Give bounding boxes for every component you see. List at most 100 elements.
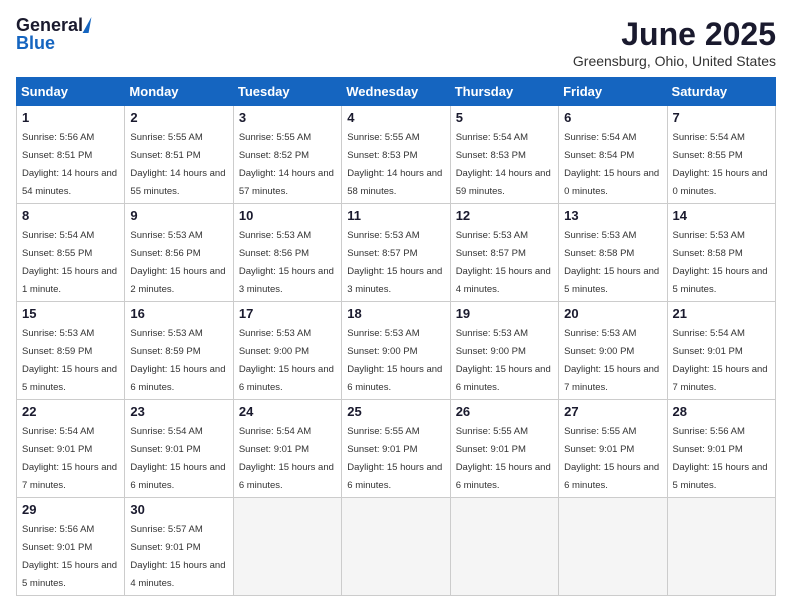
table-row <box>559 498 667 596</box>
day-number: 5 <box>456 110 553 125</box>
table-row: 24 Sunrise: 5:54 AMSunset: 9:01 PMDaylig… <box>233 400 341 498</box>
day-info: Sunrise: 5:53 AMSunset: 8:59 PMDaylight:… <box>130 328 225 393</box>
table-row: 11 Sunrise: 5:53 AMSunset: 8:57 PMDaylig… <box>342 204 450 302</box>
table-row: 5 Sunrise: 5:54 AMSunset: 8:53 PMDayligh… <box>450 106 558 204</box>
day-number: 10 <box>239 208 336 223</box>
table-row: 4 Sunrise: 5:55 AMSunset: 8:53 PMDayligh… <box>342 106 450 204</box>
day-number: 30 <box>130 502 227 517</box>
table-row: 1 Sunrise: 5:56 AMSunset: 8:51 PMDayligh… <box>17 106 125 204</box>
day-info: Sunrise: 5:53 AMSunset: 9:00 PMDaylight:… <box>347 328 442 393</box>
day-info: Sunrise: 5:54 AMSunset: 9:01 PMDaylight:… <box>22 426 117 491</box>
table-row: 28 Sunrise: 5:56 AMSunset: 9:01 PMDaylig… <box>667 400 775 498</box>
day-info: Sunrise: 5:54 AMSunset: 8:55 PMDaylight:… <box>673 132 768 197</box>
location-subtitle: Greensburg, Ohio, United States <box>573 53 776 69</box>
day-info: Sunrise: 5:53 AMSunset: 8:58 PMDaylight:… <box>564 230 659 295</box>
day-number: 9 <box>130 208 227 223</box>
calendar-table: Sunday Monday Tuesday Wednesday Thursday… <box>16 77 776 596</box>
table-row: 29 Sunrise: 5:56 AMSunset: 9:01 PMDaylig… <box>17 498 125 596</box>
table-row: 19 Sunrise: 5:53 AMSunset: 9:00 PMDaylig… <box>450 302 558 400</box>
table-row: 9 Sunrise: 5:53 AMSunset: 8:56 PMDayligh… <box>125 204 233 302</box>
col-thursday: Thursday <box>450 78 558 106</box>
day-info: Sunrise: 5:55 AMSunset: 9:01 PMDaylight:… <box>347 426 442 491</box>
day-number: 22 <box>22 404 119 419</box>
table-row: 21 Sunrise: 5:54 AMSunset: 9:01 PMDaylig… <box>667 302 775 400</box>
table-row: 23 Sunrise: 5:54 AMSunset: 9:01 PMDaylig… <box>125 400 233 498</box>
day-number: 6 <box>564 110 661 125</box>
col-monday: Monday <box>125 78 233 106</box>
table-row: 16 Sunrise: 5:53 AMSunset: 8:59 PMDaylig… <box>125 302 233 400</box>
day-number: 15 <box>22 306 119 321</box>
day-info: Sunrise: 5:53 AMSunset: 8:57 PMDaylight:… <box>456 230 551 295</box>
day-number: 2 <box>130 110 227 125</box>
table-row: 13 Sunrise: 5:53 AMSunset: 8:58 PMDaylig… <box>559 204 667 302</box>
day-number: 8 <box>22 208 119 223</box>
table-row <box>233 498 341 596</box>
day-info: Sunrise: 5:56 AMSunset: 9:01 PMDaylight:… <box>22 524 117 589</box>
logo: General Blue <box>16 16 90 52</box>
day-number: 4 <box>347 110 444 125</box>
day-number: 20 <box>564 306 661 321</box>
table-row: 7 Sunrise: 5:54 AMSunset: 8:55 PMDayligh… <box>667 106 775 204</box>
day-number: 3 <box>239 110 336 125</box>
table-row <box>450 498 558 596</box>
day-number: 23 <box>130 404 227 419</box>
day-info: Sunrise: 5:53 AMSunset: 9:00 PMDaylight:… <box>456 328 551 393</box>
day-number: 12 <box>456 208 553 223</box>
table-row <box>667 498 775 596</box>
col-saturday: Saturday <box>667 78 775 106</box>
table-row: 2 Sunrise: 5:55 AMSunset: 8:51 PMDayligh… <box>125 106 233 204</box>
table-row: 15 Sunrise: 5:53 AMSunset: 8:59 PMDaylig… <box>17 302 125 400</box>
day-info: Sunrise: 5:57 AMSunset: 9:01 PMDaylight:… <box>130 524 225 589</box>
calendar-week-row: 8 Sunrise: 5:54 AMSunset: 8:55 PMDayligh… <box>17 204 776 302</box>
day-number: 28 <box>673 404 770 419</box>
table-row: 3 Sunrise: 5:55 AMSunset: 8:52 PMDayligh… <box>233 106 341 204</box>
day-info: Sunrise: 5:55 AMSunset: 8:52 PMDaylight:… <box>239 132 334 197</box>
day-number: 24 <box>239 404 336 419</box>
day-number: 7 <box>673 110 770 125</box>
col-wednesday: Wednesday <box>342 78 450 106</box>
day-number: 11 <box>347 208 444 223</box>
day-number: 18 <box>347 306 444 321</box>
day-number: 25 <box>347 404 444 419</box>
day-number: 29 <box>22 502 119 517</box>
table-row: 22 Sunrise: 5:54 AMSunset: 9:01 PMDaylig… <box>17 400 125 498</box>
page-header: General Blue June 2025 Greensburg, Ohio,… <box>16 16 776 69</box>
table-row: 8 Sunrise: 5:54 AMSunset: 8:55 PMDayligh… <box>17 204 125 302</box>
day-info: Sunrise: 5:54 AMSunset: 9:01 PMDaylight:… <box>239 426 334 491</box>
day-info: Sunrise: 5:54 AMSunset: 9:01 PMDaylight:… <box>130 426 225 491</box>
table-row <box>342 498 450 596</box>
day-info: Sunrise: 5:53 AMSunset: 9:00 PMDaylight:… <box>239 328 334 393</box>
table-row: 26 Sunrise: 5:55 AMSunset: 9:01 PMDaylig… <box>450 400 558 498</box>
day-number: 1 <box>22 110 119 125</box>
logo-general-text: General <box>16 16 83 34</box>
day-info: Sunrise: 5:54 AMSunset: 8:53 PMDaylight:… <box>456 132 551 197</box>
month-title: June 2025 <box>573 16 776 53</box>
day-info: Sunrise: 5:53 AMSunset: 8:58 PMDaylight:… <box>673 230 768 295</box>
day-number: 21 <box>673 306 770 321</box>
table-row: 6 Sunrise: 5:54 AMSunset: 8:54 PMDayligh… <box>559 106 667 204</box>
calendar-week-row: 15 Sunrise: 5:53 AMSunset: 8:59 PMDaylig… <box>17 302 776 400</box>
table-row: 10 Sunrise: 5:53 AMSunset: 8:56 PMDaylig… <box>233 204 341 302</box>
day-info: Sunrise: 5:53 AMSunset: 8:56 PMDaylight:… <box>130 230 225 295</box>
calendar-header-row: Sunday Monday Tuesday Wednesday Thursday… <box>17 78 776 106</box>
day-info: Sunrise: 5:55 AMSunset: 8:53 PMDaylight:… <box>347 132 442 197</box>
day-number: 27 <box>564 404 661 419</box>
day-info: Sunrise: 5:56 AMSunset: 9:01 PMDaylight:… <box>673 426 768 491</box>
day-number: 17 <box>239 306 336 321</box>
day-number: 16 <box>130 306 227 321</box>
day-number: 13 <box>564 208 661 223</box>
col-sunday: Sunday <box>17 78 125 106</box>
day-info: Sunrise: 5:53 AMSunset: 9:00 PMDaylight:… <box>564 328 659 393</box>
col-friday: Friday <box>559 78 667 106</box>
day-info: Sunrise: 5:54 AMSunset: 8:54 PMDaylight:… <box>564 132 659 197</box>
title-area: June 2025 Greensburg, Ohio, United State… <box>573 16 776 69</box>
col-tuesday: Tuesday <box>233 78 341 106</box>
day-info: Sunrise: 5:54 AMSunset: 9:01 PMDaylight:… <box>673 328 768 393</box>
day-info: Sunrise: 5:56 AMSunset: 8:51 PMDaylight:… <box>22 132 117 197</box>
day-info: Sunrise: 5:54 AMSunset: 8:55 PMDaylight:… <box>22 230 117 295</box>
table-row: 14 Sunrise: 5:53 AMSunset: 8:58 PMDaylig… <box>667 204 775 302</box>
day-number: 19 <box>456 306 553 321</box>
calendar-week-row: 1 Sunrise: 5:56 AMSunset: 8:51 PMDayligh… <box>17 106 776 204</box>
table-row: 12 Sunrise: 5:53 AMSunset: 8:57 PMDaylig… <box>450 204 558 302</box>
calendar-week-row: 22 Sunrise: 5:54 AMSunset: 9:01 PMDaylig… <box>17 400 776 498</box>
